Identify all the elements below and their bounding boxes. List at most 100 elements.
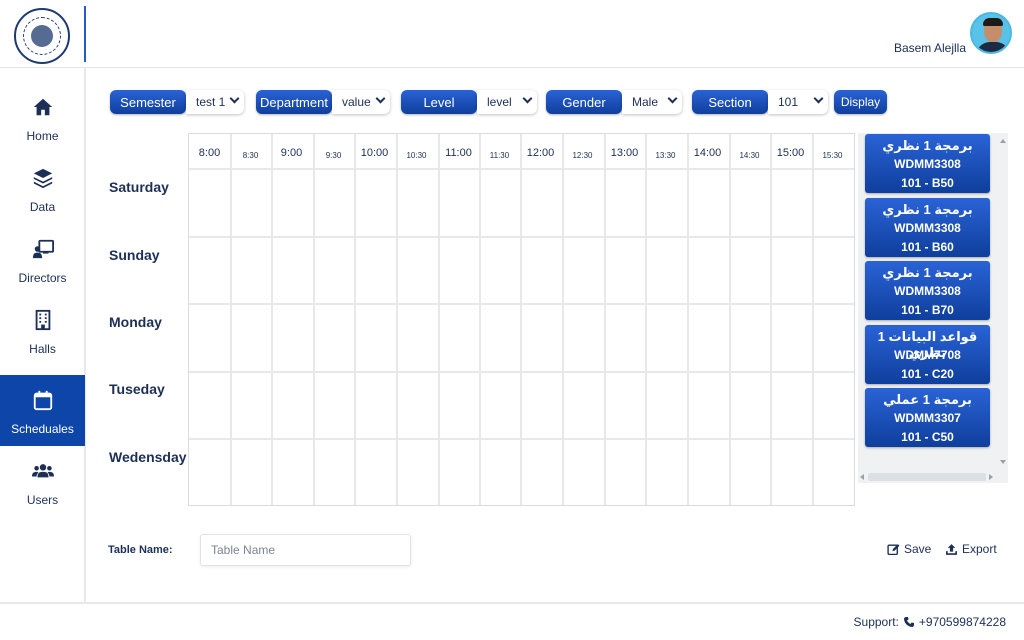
schedule-cell[interactable] — [398, 440, 437, 506]
schedule-cell[interactable] — [606, 440, 645, 506]
level-select[interactable]: level — [477, 90, 537, 114]
schedule-cell[interactable] — [772, 373, 811, 439]
schedule-cell[interactable] — [481, 440, 520, 506]
schedule-cell[interactable] — [356, 305, 395, 371]
schedule-cell[interactable] — [315, 305, 354, 371]
schedule-cell[interactable] — [440, 238, 479, 304]
schedule-cell[interactable] — [522, 373, 561, 439]
section-select[interactable]: 101 — [768, 90, 828, 114]
scroll-right-arrow-icon[interactable] — [989, 474, 993, 480]
schedule-cell[interactable] — [564, 238, 603, 304]
schedule-cell[interactable] — [647, 238, 686, 304]
schedule-cell[interactable] — [814, 170, 853, 236]
display-button[interactable]: Display — [834, 90, 887, 114]
schedule-cell[interactable] — [273, 373, 312, 439]
schedule-cell[interactable] — [731, 440, 770, 506]
schedule-cell[interactable] — [315, 238, 354, 304]
schedule-cell[interactable] — [772, 238, 811, 304]
schedule-cell[interactable] — [191, 440, 230, 506]
schedule-cell[interactable] — [731, 305, 770, 371]
course-card[interactable]: برمجة 1 نظري WDMM3308 101 - B70 — [865, 261, 990, 320]
schedule-cell[interactable] — [273, 170, 312, 236]
schedule-cell[interactable] — [731, 170, 770, 236]
course-card[interactable]: برمجة 1 نظري WDMM3308 101 - B50 — [865, 134, 990, 193]
schedule-cell[interactable] — [232, 373, 271, 439]
sidebar-item-halls[interactable]: Halls — [0, 295, 85, 366]
schedule-cell[interactable] — [273, 305, 312, 371]
schedule-cell[interactable] — [606, 373, 645, 439]
course-card[interactable]: قواعد البيانات 1 نظري WDMM7708 101 - C20 — [865, 324, 990, 384]
sidebar-item-home[interactable]: Home — [0, 82, 85, 153]
schedule-cell[interactable] — [315, 170, 354, 236]
user-avatar[interactable] — [970, 12, 1012, 54]
schedule-cell[interactable] — [606, 238, 645, 304]
table-name-input[interactable] — [200, 534, 411, 566]
schedule-cell[interactable] — [398, 373, 437, 439]
schedule-cell[interactable] — [440, 373, 479, 439]
schedule-cell[interactable] — [772, 440, 811, 506]
scrollbar-thumb[interactable] — [868, 473, 986, 481]
schedule-cell[interactable] — [191, 238, 230, 304]
scroll-up-arrow-icon[interactable] — [1000, 139, 1006, 143]
schedule-cell[interactable] — [647, 170, 686, 236]
schedule-cell[interactable] — [647, 440, 686, 506]
schedule-cell[interactable] — [606, 170, 645, 236]
schedule-cell[interactable] — [191, 170, 230, 236]
schedule-cell[interactable] — [522, 440, 561, 506]
export-button[interactable]: Export — [945, 542, 997, 556]
course-card[interactable]: برمجة 1 عملي WDMM3307 101 - C50 — [865, 388, 990, 447]
schedule-cell[interactable] — [647, 305, 686, 371]
schedule-cell[interactable] — [440, 305, 479, 371]
schedule-cell[interactable] — [522, 305, 561, 371]
schedule-cell[interactable] — [564, 170, 603, 236]
course-card[interactable]: برمجة 1 نظري WDMM3308 101 - B60 — [865, 197, 990, 257]
schedule-cell[interactable] — [689, 238, 728, 304]
schedule-cell[interactable] — [481, 238, 520, 304]
schedule-cell[interactable] — [731, 373, 770, 439]
schedule-cell[interactable] — [772, 305, 811, 371]
sidebar-item-directors[interactable]: Directors — [0, 224, 85, 295]
schedule-cell[interactable] — [814, 238, 853, 304]
schedule-cell[interactable] — [647, 373, 686, 439]
schedule-cell[interactable] — [814, 305, 853, 371]
schedule-cell[interactable] — [398, 170, 437, 236]
semester-select[interactable]: test 1 — [186, 90, 244, 114]
scroll-left-arrow-icon[interactable] — [860, 474, 864, 480]
schedule-cell[interactable] — [398, 238, 437, 304]
schedule-cell[interactable] — [814, 373, 853, 439]
schedule-cell[interactable] — [440, 440, 479, 506]
schedule-cell[interactable] — [522, 238, 561, 304]
schedule-cell[interactable] — [689, 170, 728, 236]
schedule-cell[interactable] — [772, 170, 811, 236]
schedule-cell[interactable] — [481, 170, 520, 236]
schedule-cell[interactable] — [273, 238, 312, 304]
schedule-cell[interactable] — [273, 440, 312, 506]
vertical-scrollbar[interactable] — [997, 133, 1008, 469]
schedule-cell[interactable] — [191, 373, 230, 439]
schedule-cell[interactable] — [315, 373, 354, 439]
schedule-cell[interactable] — [356, 170, 395, 236]
schedule-cell[interactable] — [606, 305, 645, 371]
schedule-cell[interactable] — [481, 373, 520, 439]
schedule-cell[interactable] — [232, 440, 271, 506]
support-phone[interactable]: +970599874228 — [919, 615, 1006, 629]
schedule-cell[interactable] — [689, 305, 728, 371]
schedule-cell[interactable] — [522, 170, 561, 236]
schedule-cell[interactable] — [232, 238, 271, 304]
schedule-cell[interactable] — [356, 373, 395, 439]
schedule-cell[interactable] — [564, 373, 603, 439]
schedule-cell[interactable] — [232, 170, 271, 236]
schedule-cell[interactable] — [564, 305, 603, 371]
schedule-cell[interactable] — [356, 238, 395, 304]
schedule-cell[interactable] — [814, 440, 853, 506]
schedule-cell[interactable] — [481, 305, 520, 371]
schedule-cell[interactable] — [398, 305, 437, 371]
save-button[interactable]: Save — [887, 542, 931, 556]
schedule-cell[interactable] — [315, 440, 354, 506]
schedule-cell[interactable] — [689, 440, 728, 506]
schedule-cell[interactable] — [564, 440, 603, 506]
sidebar-item-users[interactable]: Users — [0, 446, 85, 517]
schedule-cell[interactable] — [689, 373, 728, 439]
gender-select[interactable]: Male — [622, 90, 682, 114]
sidebar-item-scheduales[interactable]: Scheduales — [0, 375, 85, 446]
